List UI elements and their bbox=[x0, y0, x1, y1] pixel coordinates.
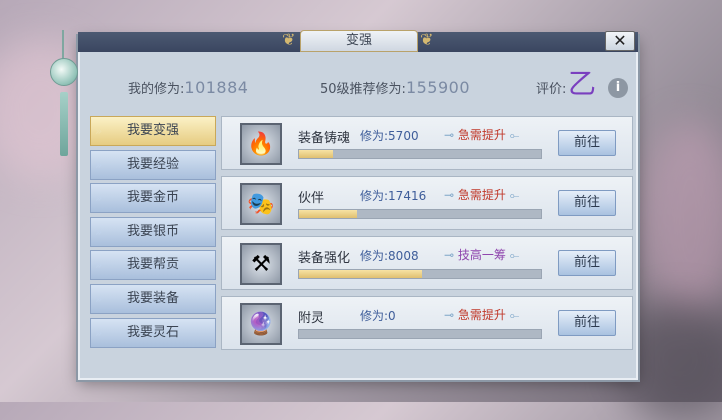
go-button[interactable]: 前往 bbox=[558, 130, 616, 156]
sidebar-item-label: 我要帮贡 bbox=[126, 257, 179, 273]
list-item: 🔥 装备铸魂 修为:5700 ⊸ 急需提升 ⟜ 前往 bbox=[221, 116, 633, 170]
chevron-right-icon: » bbox=[95, 157, 103, 172]
recommended-cultivation-label: 50级推荐修为: bbox=[320, 82, 406, 97]
sidebar-item-label: 我要银币 bbox=[126, 223, 179, 239]
status-text: 急需提升 bbox=[457, 308, 506, 322]
item-name: 伙伴 bbox=[298, 191, 325, 206]
list-item: 🎭 伙伴 修为:17416 ⊸ 急需提升 ⟜ 前往 bbox=[221, 176, 633, 230]
sidebar-item-label: 我要经验 bbox=[126, 156, 179, 172]
sidebar-item-strengthen[interactable]: » 我要变强 bbox=[90, 116, 216, 146]
jade-charm-icon bbox=[50, 58, 78, 86]
status-text: 技高一筹 bbox=[457, 248, 506, 262]
item-name: 装备强化 bbox=[298, 251, 351, 266]
chevron-right-icon: » bbox=[95, 291, 103, 306]
progress-bar bbox=[298, 149, 542, 159]
item-glyph: 🎭 bbox=[247, 191, 275, 217]
item-cultivation: 修为:5700 bbox=[360, 129, 419, 143]
status-ornament-icon: ⟜ bbox=[505, 308, 520, 322]
status-badge: ⊸ 技高一筹 ⟜ bbox=[444, 246, 519, 263]
status-badge: ⊸ 急需提升 ⟜ bbox=[444, 306, 519, 323]
recommended-cultivation: 50级推荐修为:155900 bbox=[320, 78, 470, 97]
improvement-list: 🔥 装备铸魂 修为:5700 ⊸ 急需提升 ⟜ 前往 🎭 伙伴 修为:17416 ⊸ 急需提升 … bbox=[221, 116, 633, 356]
close-button[interactable]: ✕ bbox=[605, 31, 635, 51]
sidebar-item-equipment[interactable]: » 我要装备 bbox=[90, 283, 216, 314]
charm-tassel bbox=[60, 92, 68, 156]
status-ornament-icon: ⊸ bbox=[444, 128, 458, 142]
status-text: 急需提升 bbox=[457, 188, 506, 202]
grade-label: 评价: bbox=[536, 82, 567, 97]
status-badge: ⊸ 急需提升 ⟜ bbox=[444, 126, 519, 143]
item-cultivation: 修为:17416 bbox=[360, 189, 427, 203]
sidebar-item-silver[interactable]: » 我要银币 bbox=[90, 216, 216, 247]
sidebar-item-label: 我要变强 bbox=[126, 123, 179, 138]
window-title: 变强 bbox=[300, 30, 418, 52]
sidebar-item-gold[interactable]: » 我要金币 bbox=[90, 183, 216, 214]
stats-bar: 我的修为:101884 50级推荐修为:155900 评价: 乙 i bbox=[88, 66, 632, 108]
item-glyph: ⚒ bbox=[251, 251, 271, 277]
anvil-icon: ⚒ bbox=[240, 243, 282, 285]
item-cultivation: 修为:8008 bbox=[360, 249, 419, 263]
category-sidebar: » 我要变强 » 我要经验 » 我要金币 » 我要银币 » 我要帮贡 » 我要装备 » 我要灵… bbox=[90, 116, 216, 360]
go-button[interactable]: 前往 bbox=[558, 190, 616, 216]
my-cultivation-label: 我的修为: bbox=[128, 82, 185, 97]
status-ornament-icon: ⟜ bbox=[505, 248, 520, 262]
chevron-right-icon: » bbox=[95, 124, 103, 138]
item-cultivation: 修为:0 bbox=[360, 309, 396, 323]
sidebar-item-spirit-stone[interactable]: » 我要灵石 bbox=[90, 317, 216, 348]
sidebar-item-label: 我要金币 bbox=[126, 190, 179, 206]
recommended-cultivation-value: 155900 bbox=[405, 78, 471, 97]
status-ornament-icon: ⟜ bbox=[505, 128, 520, 142]
background-blur bbox=[640, 120, 722, 320]
item-name: 附灵 bbox=[298, 311, 325, 326]
status-text: 急需提升 bbox=[457, 128, 506, 142]
sidebar-item-experience[interactable]: » 我要经验 bbox=[90, 149, 216, 180]
progress-fill bbox=[299, 150, 333, 158]
chevron-right-icon: » bbox=[95, 224, 103, 239]
title-ornament-right-icon: ❦ bbox=[420, 30, 434, 49]
item-name: 装备铸魂 bbox=[298, 131, 351, 146]
status-ornament-icon: ⊸ bbox=[444, 248, 458, 262]
progress-bar bbox=[298, 329, 542, 339]
status-badge: ⊸ 急需提升 ⟜ bbox=[444, 186, 519, 203]
item-glyph: 🔥 bbox=[247, 131, 275, 157]
list-item: 🔮 附灵 修为:0 ⊸ 急需提升 ⟜ 前往 bbox=[221, 296, 633, 350]
status-ornament-icon: ⊸ bbox=[444, 308, 458, 322]
soul-flame-icon: 🔥 bbox=[240, 123, 282, 165]
progress-fill bbox=[299, 210, 358, 218]
sidebar-item-label: 我要装备 bbox=[126, 290, 179, 306]
chevron-right-icon: » bbox=[95, 258, 103, 273]
status-ornament-icon: ⊸ bbox=[444, 188, 458, 202]
sidebar-item-guild-contribution[interactable]: » 我要帮贡 bbox=[90, 250, 216, 281]
go-button[interactable]: 前往 bbox=[558, 250, 616, 276]
mask-icon: 🎭 bbox=[240, 183, 282, 225]
progress-bar bbox=[298, 209, 542, 219]
my-cultivation-value: 101884 bbox=[184, 78, 249, 97]
progress-fill bbox=[299, 270, 423, 278]
status-ornament-icon: ⟜ bbox=[505, 188, 520, 202]
list-item: ⚒ 装备强化 修为:8008 ⊸ 技高一筹 ⟜ 前往 bbox=[221, 236, 633, 290]
go-button[interactable]: 前往 bbox=[558, 310, 616, 336]
item-glyph: 🔮 bbox=[247, 311, 275, 337]
spirit-orb-icon: 🔮 bbox=[240, 303, 282, 345]
title-ornament-left-icon: ❦ bbox=[282, 30, 296, 49]
chevron-right-icon: » bbox=[95, 325, 103, 340]
chevron-right-icon: » bbox=[95, 191, 103, 206]
sidebar-item-label: 我要灵石 bbox=[126, 324, 179, 340]
my-cultivation: 我的修为:101884 bbox=[128, 78, 248, 97]
progress-bar bbox=[298, 269, 542, 279]
info-icon[interactable]: i bbox=[608, 78, 628, 98]
grade-value: 乙 bbox=[568, 67, 597, 100]
